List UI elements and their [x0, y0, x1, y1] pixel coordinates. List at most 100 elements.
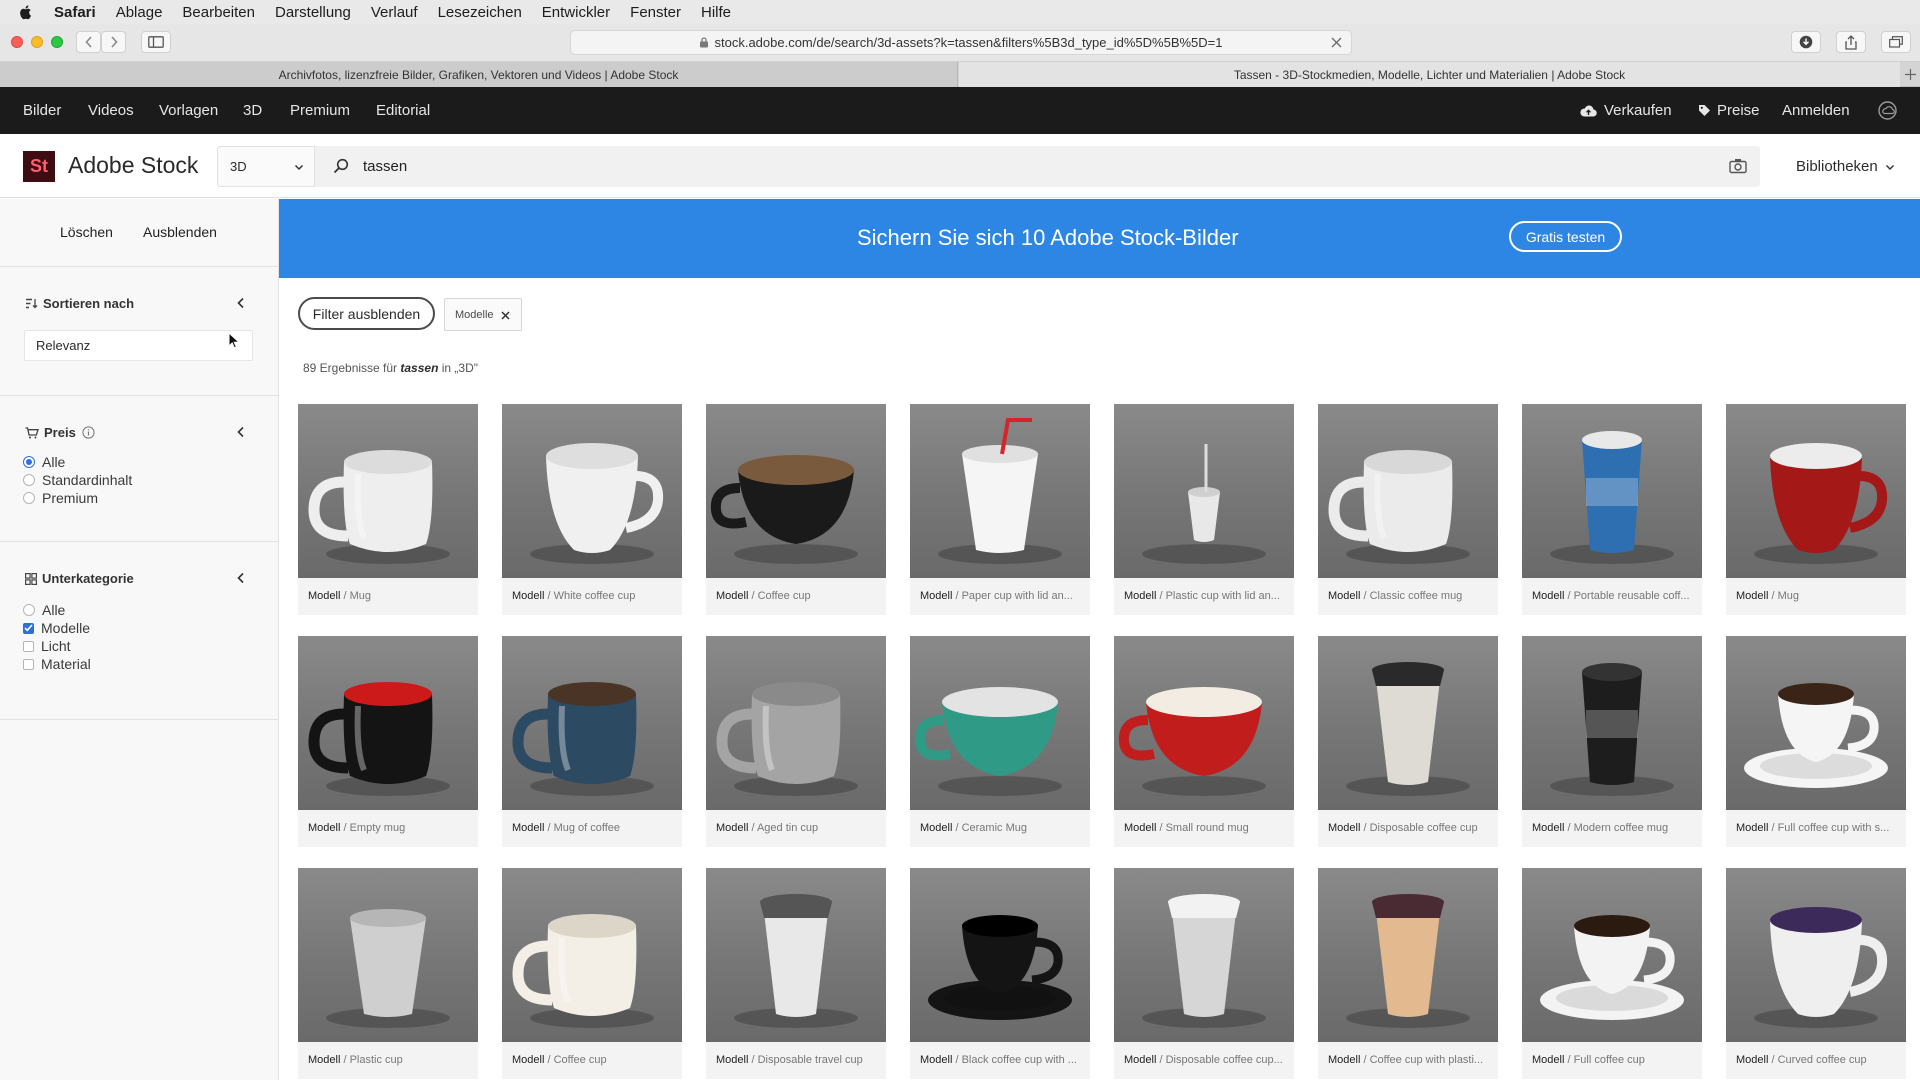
menu-fenster[interactable]: Fenster: [630, 4, 681, 21]
pricing-link[interactable]: Preise: [1698, 102, 1760, 119]
asset-title[interactable]: Curved coffee cup: [1778, 1054, 1867, 1066]
asset-title[interactable]: Black coffee cup with ...: [962, 1054, 1077, 1066]
asset-thumbnail[interactable]: [1318, 636, 1498, 810]
nav-videos[interactable]: Videos: [88, 102, 134, 119]
asset-title[interactable]: Paper cup with lid an...: [962, 590, 1073, 602]
asset-thumbnail[interactable]: [706, 404, 886, 578]
nav-editorial[interactable]: Editorial: [376, 102, 430, 119]
asset-thumbnail[interactable]: [910, 868, 1090, 1042]
creative-cloud-icon[interactable]: [1878, 101, 1897, 120]
window-zoom-button[interactable]: [51, 36, 63, 48]
chevron-left-icon[interactable]: [236, 572, 246, 584]
menu-bearbeiten[interactable]: Bearbeiten: [182, 4, 255, 21]
new-tab-button[interactable]: [1900, 62, 1920, 87]
asset-card[interactable]: Modell / Full coffee cup: [1522, 868, 1702, 1079]
tab-archivfotos[interactable]: Archivfotos, lizenzfreie Bilder, Grafike…: [0, 62, 958, 87]
asset-title[interactable]: Disposable coffee cup...: [1166, 1054, 1283, 1066]
sidebar-toggle-button[interactable]: [141, 31, 171, 53]
asset-thumbnail[interactable]: [298, 404, 478, 578]
price-option-premium[interactable]: Premium: [23, 490, 98, 506]
menu-lesezeichen[interactable]: Lesezeichen: [438, 4, 522, 21]
window-close-button[interactable]: [11, 36, 23, 48]
back-button[interactable]: [76, 31, 101, 53]
asset-title[interactable]: Plastic cup: [350, 1054, 403, 1066]
subcategory-option-material[interactable]: Material: [23, 656, 91, 672]
asset-type-select[interactable]: 3D: [217, 146, 315, 187]
asset-title[interactable]: White coffee cup: [554, 590, 636, 602]
search-input[interactable]: tassen: [363, 158, 407, 175]
nav-vorlagen[interactable]: Vorlagen: [159, 102, 218, 119]
asset-card[interactable]: Modell / Small round mug: [1114, 636, 1294, 847]
asset-card[interactable]: Modell / Classic coffee mug: [1318, 404, 1498, 615]
chevron-left-icon[interactable]: [236, 426, 246, 438]
asset-card[interactable]: Modell / Plastic cup: [298, 868, 478, 1079]
asset-title[interactable]: Plastic cup with lid an...: [1166, 590, 1280, 602]
libraries-menu[interactable]: Bibliotheken: [1796, 158, 1895, 175]
radio-selected[interactable]: [23, 456, 35, 468]
free-trial-button[interactable]: Gratis testen: [1509, 221, 1622, 252]
subcategory-option-modelle[interactable]: Modelle: [23, 620, 90, 636]
asset-card[interactable]: Modell / Disposable coffee cup: [1318, 636, 1498, 847]
checkbox[interactable]: [23, 640, 34, 652]
asset-card[interactable]: Modell / Disposable travel cup: [706, 868, 886, 1079]
asset-thumbnail[interactable]: [706, 636, 886, 810]
asset-thumbnail[interactable]: [502, 404, 682, 578]
apple-icon[interactable]: [18, 4, 34, 20]
asset-thumbnail[interactable]: [1522, 636, 1702, 810]
subcategory-title[interactable]: Unterkategorie: [25, 571, 134, 586]
clear-filters-button[interactable]: Löschen: [60, 224, 113, 240]
asset-thumbnail[interactable]: [502, 868, 682, 1042]
asset-card[interactable]: Modell / Curved coffee cup: [1726, 868, 1906, 1079]
adobe-stock-logo-mark[interactable]: St: [23, 151, 55, 182]
chevron-left-icon[interactable]: [236, 297, 246, 309]
asset-card[interactable]: Modell / Mug of coffee: [502, 636, 682, 847]
asset-thumbnail[interactable]: [1726, 868, 1906, 1042]
asset-title[interactable]: Coffee cup: [554, 1054, 607, 1066]
asset-title[interactable]: Modern coffee mug: [1574, 822, 1669, 834]
asset-card[interactable]: Modell / Plastic cup with lid an...: [1114, 404, 1294, 615]
asset-title[interactable]: Small round mug: [1166, 822, 1249, 834]
asset-card[interactable]: Modell / Black coffee cup with ...: [910, 868, 1090, 1079]
menu-app-safari[interactable]: Safari: [54, 4, 96, 21]
asset-thumbnail[interactable]: [706, 868, 886, 1042]
asset-title[interactable]: Empty mug: [350, 822, 406, 834]
asset-title[interactable]: Mug: [1778, 590, 1799, 602]
asset-card[interactable]: Modell / Ceramic Mug: [910, 636, 1090, 847]
url-bar[interactable]: stock.adobe.com/de/search/3d-assets?k=ta…: [570, 30, 1352, 55]
asset-title[interactable]: Disposable travel cup: [758, 1054, 863, 1066]
clear-url-icon[interactable]: [1330, 36, 1343, 49]
signin-link[interactable]: Anmelden: [1782, 102, 1850, 119]
asset-title[interactable]: Disposable coffee cup: [1370, 822, 1478, 834]
subcategory-option-licht[interactable]: Licht: [23, 638, 71, 654]
radio[interactable]: [23, 492, 35, 504]
asset-thumbnail[interactable]: [1522, 868, 1702, 1042]
asset-thumbnail[interactable]: [298, 868, 478, 1042]
asset-title[interactable]: Portable reusable coff...: [1574, 590, 1690, 602]
checkbox-checked[interactable]: [23, 622, 34, 634]
radio[interactable]: [23, 474, 35, 486]
nav-3d[interactable]: 3D: [243, 102, 262, 119]
share-button[interactable]: [1836, 31, 1866, 53]
tab-tassen[interactable]: Tassen - 3D-Stockmedien, Modelle, Lichte…: [959, 62, 1900, 87]
asset-card[interactable]: Modell / Mug: [1726, 404, 1906, 615]
asset-title[interactable]: Full coffee cup with s...: [1778, 822, 1890, 834]
asset-thumbnail[interactable]: [502, 636, 682, 810]
asset-thumbnail[interactable]: [910, 636, 1090, 810]
asset-card[interactable]: Modell / Coffee cup: [502, 868, 682, 1079]
asset-thumbnail[interactable]: [1114, 404, 1294, 578]
asset-card[interactable]: Modell / Paper cup with lid an...: [910, 404, 1090, 615]
asset-title[interactable]: Ceramic Mug: [962, 822, 1027, 834]
price-option-standard[interactable]: Standardinhalt: [23, 472, 132, 488]
adobe-stock-logo-text[interactable]: Adobe Stock: [68, 152, 198, 179]
asset-thumbnail[interactable]: [1522, 404, 1702, 578]
hide-filters-button[interactable]: Ausblenden: [143, 224, 217, 240]
price-option-alle[interactable]: Alle: [23, 454, 65, 470]
window-minimize-button[interactable]: [31, 36, 43, 48]
asset-thumbnail[interactable]: [1318, 868, 1498, 1042]
forward-button[interactable]: [101, 31, 126, 53]
asset-card[interactable]: Modell / Full coffee cup with s...: [1726, 636, 1906, 847]
subcategory-option-alle[interactable]: Alle: [23, 602, 65, 618]
asset-thumbnail[interactable]: [910, 404, 1090, 578]
nav-bilder[interactable]: Bilder: [23, 102, 61, 119]
asset-card[interactable]: Modell / Coffee cup with plasti...: [1318, 868, 1498, 1079]
